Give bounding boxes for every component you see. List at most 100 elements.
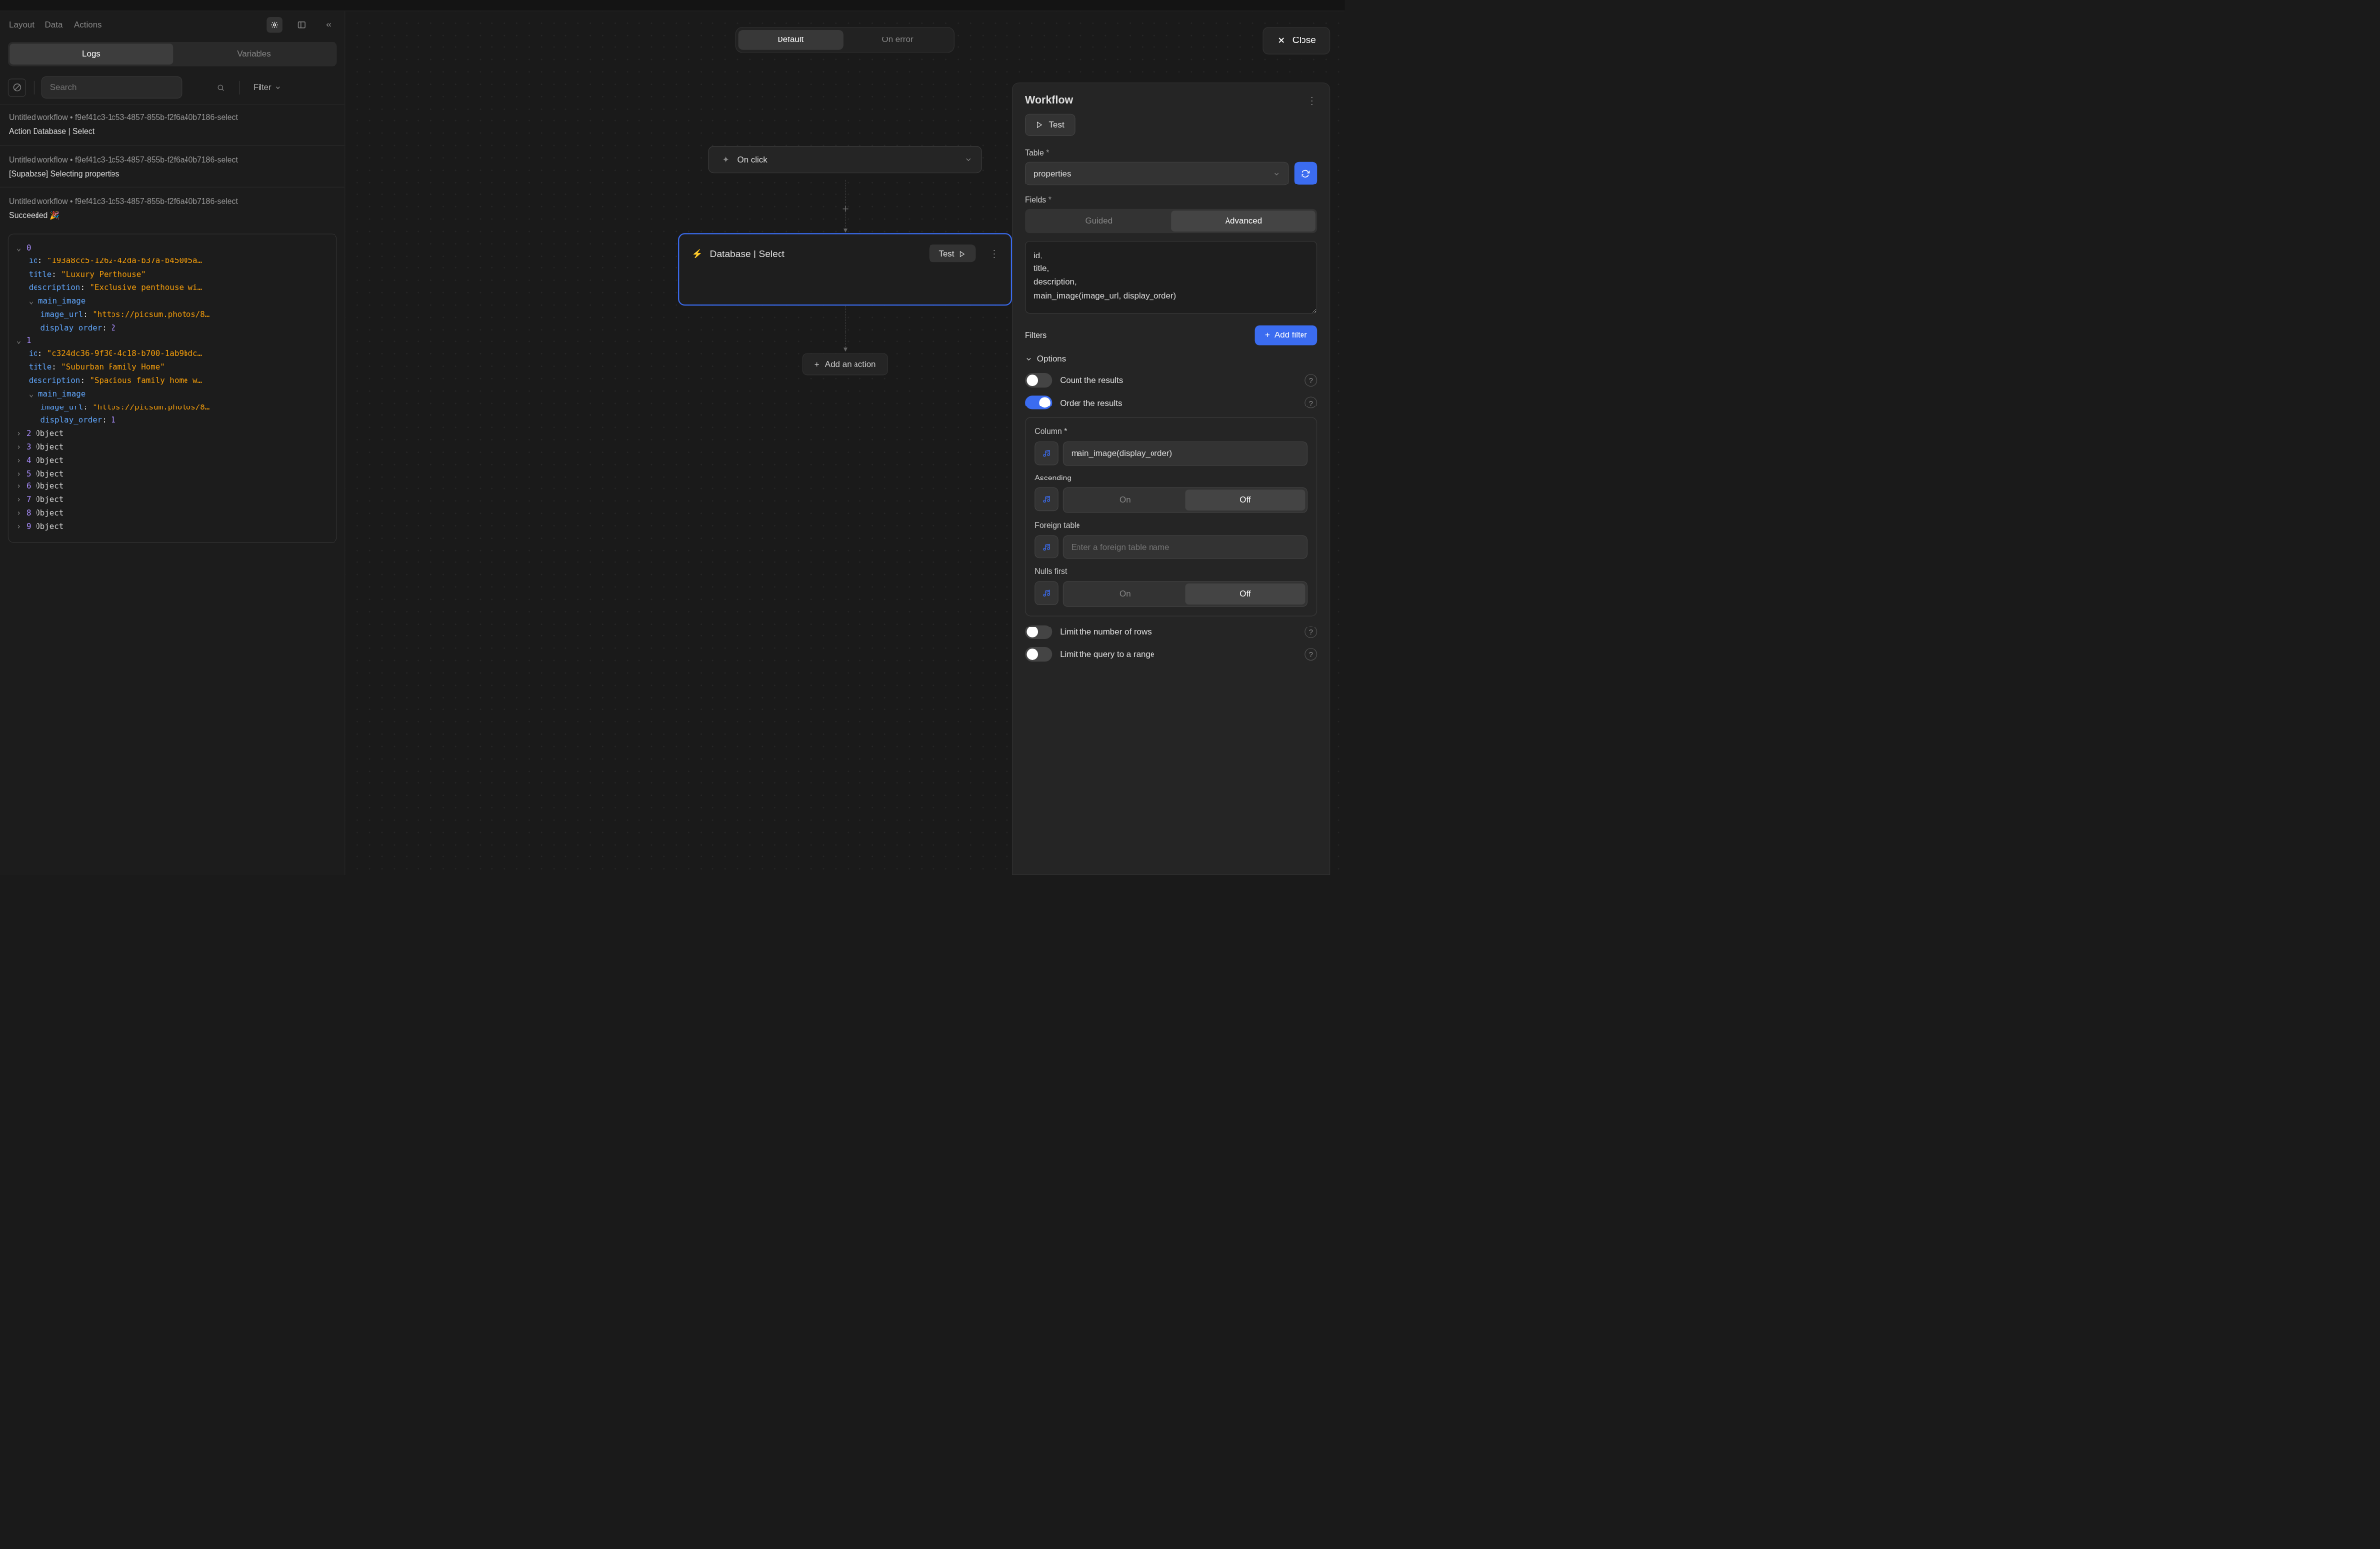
json-result: ⌄0 id: "193a8cc5-1262-42da-b37a-b45005a……	[8, 234, 337, 543]
add-filter-button[interactable]: + Add filter	[1255, 325, 1317, 345]
chevron-down-icon[interactable]: ⌄	[16, 242, 26, 255]
foreign-table-input[interactable]	[1063, 535, 1308, 558]
log-entry[interactable]: Untitled workflow • f9ef41c3-1c53-4857-8…	[0, 145, 345, 186]
plus-icon: +	[1265, 331, 1270, 340]
chevron-right-icon[interactable]: ›	[16, 521, 26, 534]
chevron-down-icon	[1025, 355, 1032, 362]
search-input[interactable]	[41, 76, 182, 98]
help-icon[interactable]: ?	[1305, 397, 1317, 408]
limit-rows-label: Limit the number of rows	[1060, 627, 1298, 637]
panel-icon[interactable]	[294, 17, 310, 33]
tab-advanced[interactable]: Advanced	[1171, 211, 1315, 232]
log-entry-sub: Action Database | Select	[9, 126, 336, 138]
log-entry-sub: Succeeded 🎉	[9, 209, 336, 221]
limit-range-switch[interactable]	[1025, 647, 1052, 662]
fields-label: Fields *	[1025, 195, 1317, 204]
inspector-title: Workflow	[1025, 94, 1073, 106]
bolt-icon: ⚡	[692, 248, 703, 258]
help-icon[interactable]: ?	[1305, 374, 1317, 386]
filter-dropdown[interactable]: Filter	[248, 79, 287, 95]
chevron-right-icon[interactable]: ›	[16, 480, 26, 493]
chevron-down-icon[interactable]: ⌄	[16, 334, 26, 347]
binding-button[interactable]	[1035, 441, 1059, 465]
limit-range-label: Limit the query to a range	[1060, 650, 1298, 660]
tab-variables[interactable]: Variables	[173, 44, 335, 65]
order-results-switch[interactable]	[1025, 396, 1052, 410]
close-button[interactable]: Close	[1262, 27, 1330, 54]
help-icon[interactable]: ?	[1305, 648, 1317, 660]
log-entry-title: Untitled workflow • f9ef41c3-1c53-4857-8…	[9, 195, 336, 207]
more-icon[interactable]: ⋮	[1307, 95, 1317, 107]
collapse-icon[interactable]	[321, 17, 336, 33]
tab-onerror[interactable]: On error	[843, 30, 952, 50]
test-action-button[interactable]: Test	[930, 244, 976, 262]
action-node[interactable]: ⚡ Database | Select Test ⋮	[678, 233, 1012, 305]
close-icon	[1277, 37, 1286, 45]
fields-textarea[interactable]	[1025, 241, 1317, 313]
nulls-on[interactable]: On	[1065, 584, 1185, 605]
nulls-off[interactable]: Off	[1185, 584, 1305, 605]
add-action-button[interactable]: + Add an action	[802, 353, 887, 375]
more-icon[interactable]: ⋮	[989, 248, 999, 259]
sparkle-icon: ✦	[722, 155, 729, 165]
plus-icon[interactable]: +	[842, 203, 849, 216]
chevron-right-icon[interactable]: ›	[16, 468, 26, 480]
table-select[interactable]: properties	[1025, 162, 1289, 185]
search-icon	[217, 83, 225, 91]
filter-label: Filter	[254, 83, 272, 93]
chevron-right-icon[interactable]: ›	[16, 454, 26, 467]
ascending-off[interactable]: Off	[1185, 490, 1305, 511]
chevron-down-icon	[275, 84, 282, 91]
log-entry[interactable]: Untitled workflow • f9ef41c3-1c53-4857-8…	[0, 104, 345, 145]
test-workflow-button[interactable]: Test	[1025, 114, 1075, 136]
clear-icon[interactable]	[8, 78, 26, 96]
count-results-switch[interactable]	[1025, 373, 1052, 388]
tab-actions[interactable]: Actions	[74, 20, 102, 30]
order-results-label: Order the results	[1060, 398, 1298, 407]
ascending-on[interactable]: On	[1065, 490, 1185, 511]
tab-default[interactable]: Default	[738, 30, 843, 50]
limit-rows-switch[interactable]	[1025, 625, 1052, 639]
log-entry[interactable]: Untitled workflow • f9ef41c3-1c53-4857-8…	[0, 187, 345, 229]
chevron-right-icon[interactable]: ›	[16, 441, 26, 454]
trigger-label: On click	[737, 155, 767, 165]
chevron-right-icon[interactable]: ›	[16, 507, 26, 520]
ascending-label: Ascending	[1035, 474, 1308, 482]
log-entry-sub: [Supabase] Selecting properties	[9, 168, 336, 180]
canvas-mode-segment: Default On error	[735, 27, 954, 53]
chevron-down-icon[interactable]: ⌄	[29, 295, 38, 308]
play-icon	[959, 250, 966, 257]
filters-label: Filters	[1025, 331, 1047, 339]
tab-data[interactable]: Data	[45, 20, 63, 30]
nulls-segment: On Off	[1063, 581, 1308, 606]
chevron-right-icon[interactable]: ›	[16, 494, 26, 507]
column-label: Column *	[1035, 427, 1308, 436]
column-input[interactable]	[1063, 441, 1308, 465]
binding-button[interactable]	[1035, 581, 1059, 605]
chevron-right-icon[interactable]: ›	[16, 427, 26, 440]
binding-button[interactable]	[1035, 535, 1059, 558]
log-list: Untitled workflow • f9ef41c3-1c53-4857-8…	[0, 104, 345, 875]
workflow-canvas[interactable]: Default On error ✦ On click + ▼ ⚡ Databa…	[345, 11, 1344, 875]
left-panel: Layout Data Actions Logs Variables	[0, 11, 345, 875]
binding-button[interactable]	[1035, 487, 1059, 511]
chevron-down-icon	[1273, 170, 1280, 177]
workflow-inspector: Workflow ⋮ Test Table * properties	[1012, 83, 1330, 875]
fields-mode-segment: Guided Advanced	[1025, 209, 1317, 233]
tab-layout[interactable]: Layout	[9, 20, 34, 30]
refresh-button[interactable]	[1294, 162, 1317, 185]
log-entry-title: Untitled workflow • f9ef41c3-1c53-4857-8…	[9, 154, 336, 166]
help-icon[interactable]: ?	[1305, 626, 1317, 637]
trigger-node[interactable]: ✦ On click	[708, 146, 982, 173]
bug-icon[interactable]	[267, 17, 283, 33]
logs-variables-segment: Logs Variables	[8, 42, 337, 66]
tab-guided[interactable]: Guided	[1027, 211, 1171, 232]
table-label: Table *	[1025, 148, 1317, 157]
foreign-label: Foreign table	[1035, 521, 1308, 530]
chevron-down-icon[interactable]	[964, 156, 972, 164]
count-results-label: Count the results	[1060, 376, 1298, 386]
tab-logs[interactable]: Logs	[10, 44, 173, 65]
chevron-down-icon[interactable]: ⌄	[29, 388, 38, 401]
play-icon	[1036, 121, 1043, 128]
options-toggle[interactable]: Options	[1025, 354, 1317, 364]
